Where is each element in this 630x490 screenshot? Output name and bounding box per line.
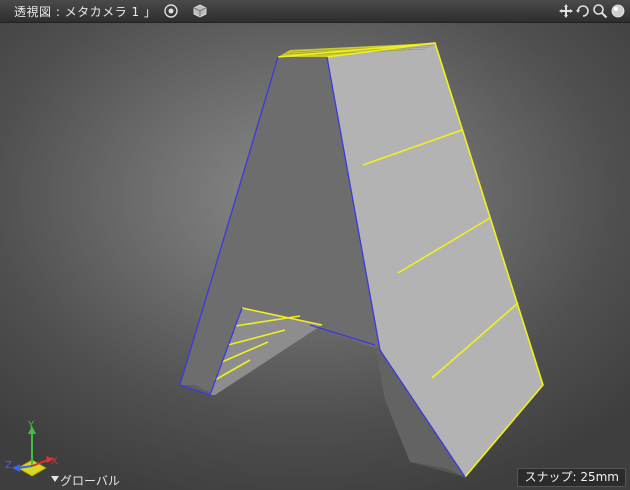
x-axis-label: X — [51, 456, 58, 467]
3d-viewport[interactable]: Y X Z グローバル スナップ: 25mm — [0, 0, 630, 490]
y-axis-label: Y — [28, 420, 35, 431]
zoom-icon[interactable] — [592, 3, 608, 19]
snap-status: スナップ: 25mm — [517, 468, 626, 487]
cube-icon[interactable] — [192, 3, 208, 19]
axis-gizmo — [12, 426, 54, 477]
target-icon[interactable] — [163, 3, 179, 19]
rotate-icon[interactable] — [575, 3, 591, 19]
dropdown-arrow-icon — [51, 476, 59, 482]
z-axis-label: Z — [5, 460, 12, 471]
viewport-title[interactable]: 透視図 : メタカメラ 1 」 — [14, 3, 156, 20]
view-sphere-icon[interactable] — [610, 3, 626, 19]
coordinate-system-label: グローバル — [60, 474, 120, 488]
model-a-shape[interactable] — [0, 0, 630, 490]
viewport-titlebar: 透視図 : メタカメラ 1 」 — [0, 0, 630, 23]
pan-icon[interactable] — [558, 3, 574, 19]
